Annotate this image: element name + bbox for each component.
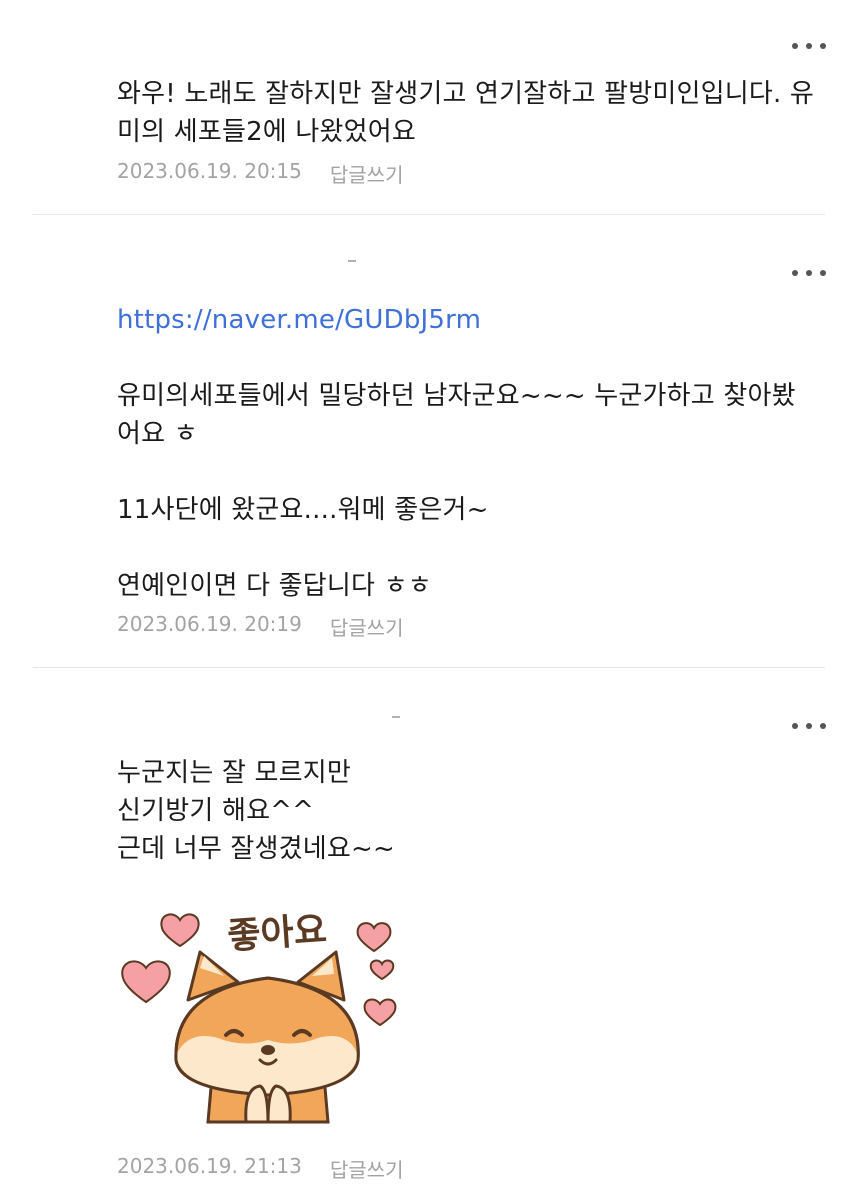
author-nickname-placeholder: [348, 260, 356, 262]
heart-icon: [160, 913, 200, 948]
comment-item: https://naver.me/GUDbJ5rm 유미의세포들에서 밀당하던 …: [0, 215, 858, 667]
heart-icon: [363, 998, 397, 1027]
comment-meta: 2023.06.19. 20:15 답글쓰기: [117, 159, 403, 188]
reply-button[interactable]: 답글쓰기: [330, 159, 404, 188]
comment-paragraph: 유미의세포들에서 밀당하던 남자군요~~~ 누군가하고 찾아봤어요 ㅎ: [117, 381, 796, 449]
more-dot-icon: [820, 723, 826, 729]
author-nickname-placeholder: [392, 716, 400, 718]
shiba-dog-icon: [174, 950, 360, 1124]
more-dot-icon: [806, 270, 812, 276]
more-dot-icon: [806, 43, 812, 49]
heart-icon: [356, 922, 392, 953]
more-dot-icon: [806, 723, 812, 729]
comment-paragraph: 와우! 노래도 잘하지만 잘생기고 연기잘하고 팔방미인입니다. 유미의 세포들…: [117, 79, 814, 147]
comment-meta: 2023.06.19. 21:13 답글쓰기: [117, 1154, 403, 1183]
reply-button[interactable]: 답글쓰기: [330, 1154, 404, 1183]
comment-paragraph: 11사단에 왔군요....워메 좋은거~: [117, 495, 489, 525]
comment-text: 와우! 노래도 잘하지만 잘생기고 연기잘하고 팔방미인입니다. 유미의 세포들…: [117, 75, 817, 151]
comment-item: 와우! 노래도 잘하지만 잘생기고 연기잘하고 팔방미인입니다. 유미의 세포들…: [0, 0, 858, 215]
heart-icon: [121, 960, 171, 1004]
more-dot-icon: [820, 270, 826, 276]
more-options-button[interactable]: [792, 38, 826, 54]
comment-link[interactable]: https://naver.me/GUDbJ5rm: [117, 301, 817, 339]
more-dot-icon: [792, 270, 798, 276]
more-options-button[interactable]: [792, 718, 826, 734]
more-dot-icon: [792, 43, 798, 49]
comment-text: 누군지는 잘 모르지만 신기방기 해요^^ 근데 너무 잘생겼네요~~: [117, 754, 817, 868]
sticker-text: 좋아요: [226, 910, 328, 958]
shiba-dog-hearts-sticker-icon: 좋아요: [121, 910, 397, 1124]
comment-timestamp: 2023.06.19. 20:15: [117, 159, 302, 183]
comment-text: https://naver.me/GUDbJ5rm 유미의세포들에서 밀당하던 …: [117, 301, 817, 605]
heart-icon: [369, 959, 395, 981]
reply-button[interactable]: 답글쓰기: [330, 612, 404, 641]
comment-paragraph: 연예인이면 다 좋답니다 ㅎㅎ: [117, 571, 432, 601]
comment-timestamp: 2023.06.19. 20:19: [117, 612, 302, 636]
more-dot-icon: [792, 723, 798, 729]
comment-meta: 2023.06.19. 20:19 답글쓰기: [117, 612, 403, 641]
comment-timestamp: 2023.06.19. 21:13: [117, 1154, 302, 1178]
comment-paragraph: 누군지는 잘 모르지만 신기방기 해요^^ 근데 너무 잘생겼네요~~: [117, 758, 395, 864]
more-dot-icon: [820, 43, 826, 49]
more-options-button[interactable]: [792, 265, 826, 281]
